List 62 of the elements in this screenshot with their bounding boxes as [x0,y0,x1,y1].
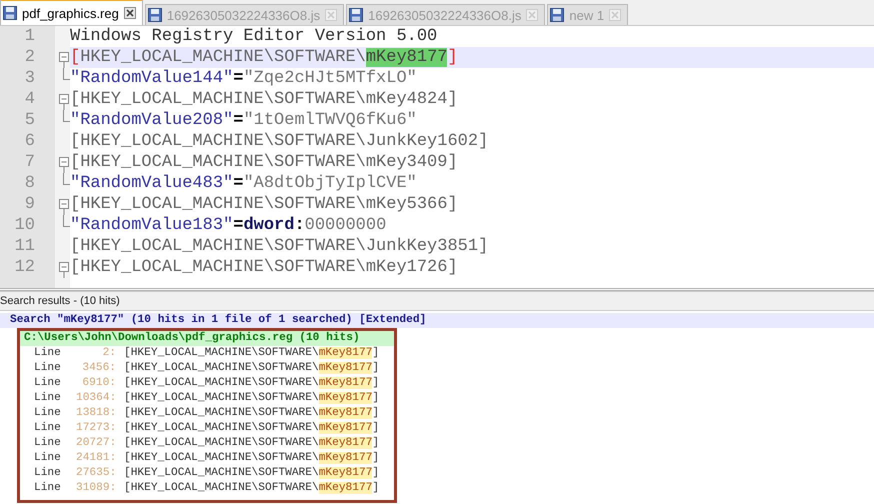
hit-text[interactable]: [HKEY_LOCAL_MACHINE\SOFTWARE\mKey8177] [124,421,380,436]
code-line: [HKEY_LOCAL_MACHINE\SOFTWARE\mKey5366] [70,194,459,215]
line-label: Line [34,421,62,436]
fold-end-icon [63,215,70,227]
hit-text[interactable]: [HKEY_LOCAL_MACHINE\SOFTWARE\mKey8177] [124,361,380,376]
panel-title: Search results - (10 hits) [0,292,874,311]
line-number: 17273: [76,421,116,436]
line-number: 5 [24,110,36,131]
line-number: 4 [24,89,36,110]
line-number: 2: [102,346,116,361]
hit-text[interactable]: [HKEY_LOCAL_MACHINE\SOFTWARE\mKey8177] [124,481,380,496]
line-number: 3456: [81,361,116,376]
line-number: 3 [24,68,36,89]
hit-text[interactable]: [HKEY_LOCAL_MACHINE\SOFTWARE\mKey8177] [124,391,380,406]
line-number: 24181: [76,451,116,466]
code-line: "RandomValue483"="A8dtObjTyIplCVE" [70,173,418,194]
line-number: 11 [14,236,36,257]
line-number: 9 [24,194,36,215]
hit-text[interactable]: [HKEY_LOCAL_MACHINE\SOFTWARE\mKey8177] [124,451,380,466]
search-summary[interactable]: Search "mKey8177" (10 hits in 1 file of 1 searched) [Extended] [0,313,874,328]
line-label: Line [34,451,62,466]
line-label: Line [34,361,62,376]
hit-text[interactable]: [HKEY_LOCAL_MACHINE\SOFTWARE\mKey8177] [124,376,380,391]
hit-text[interactable]: [HKEY_LOCAL_MACHINE\SOFTWARE\mKey8177] [124,436,380,451]
line-number: 27635: [76,466,116,481]
line-number: 6 [24,131,36,152]
file-tab[interactable]: pdf_graphics.reg [0,0,143,25]
code-line: "RandomValue208"="1tOemlTWVQ6fKu6" [70,110,418,131]
fold-end-icon [63,68,70,80]
line-number: 2 [24,47,36,68]
code-line: [HKEY_LOCAL_MACHINE\SOFTWARE\JunkKey3851] [70,236,490,257]
line-label: Line [34,346,62,361]
file-result[interactable]: C:\Users\John\Downloads\pdf_graphics.reg (10 hits) [20,331,394,346]
line-number: 31089: [76,481,116,496]
code-line: [HKEY_LOCAL_MACHINE\SOFTWARE\mKey4824] [70,89,459,110]
line-number: 13818: [76,406,116,421]
line-number: 10364: [76,391,116,406]
hit-text[interactable]: [HKEY_LOCAL_MACHINE\SOFTWARE\mKey8177] [124,406,380,421]
line-label: Line [34,436,62,451]
code-line: [HKEY_LOCAL_MACHINE\SOFTWARE\JunkKey1602] [70,131,490,152]
code-line: Windows Registry Editor Version 5.00 [70,26,438,47]
line-label: Line [34,481,62,496]
line-number: 20727: [76,436,116,451]
line-number: 1 [24,26,36,47]
line-number: 8 [24,173,36,194]
close-icon[interactable] [124,7,136,19]
fold-end-icon [63,173,70,185]
hit-text[interactable]: [HKEY_LOCAL_MACHINE\SOFTWARE\mKey8177] [124,466,380,481]
code-line: "RandomValue183"=dword:00000000 [70,215,388,236]
code-line: "RandomValue144"="Zqe2cHJt5MTfxLO" [70,68,418,89]
line-number: 6910: [81,376,116,391]
line-label: Line [34,391,62,406]
line-label: Line [34,466,62,481]
code-line: [HKEY_LOCAL_MACHINE\SOFTWARE\mKey3409] [70,152,459,173]
line-number: 12 [14,257,36,278]
line-number: 10 [14,215,36,236]
line-label: Line [34,406,62,421]
hit-text[interactable]: [HKEY_LOCAL_MACHINE\SOFTWARE\mKey8177] [124,346,380,361]
fold-end-icon [63,110,70,122]
line-number: 7 [24,152,36,173]
line-label: Line [34,376,62,391]
code-line: [HKEY_LOCAL_MACHINE\SOFTWARE\mKey1726] [70,257,459,278]
